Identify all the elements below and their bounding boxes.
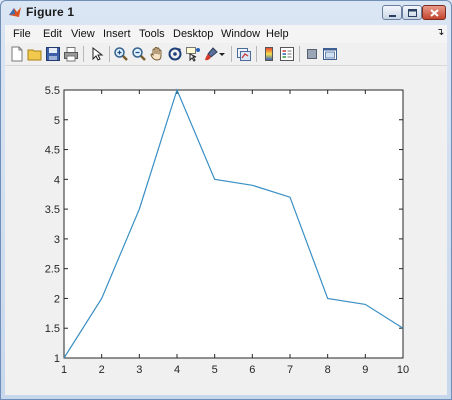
show-plot-tools-icon[interactable] xyxy=(322,46,338,62)
save-icon[interactable] xyxy=(45,46,61,62)
menu-insert[interactable]: Insert xyxy=(103,28,131,40)
menu-desktop[interactable]: Desktop xyxy=(173,28,213,40)
x-tick-label: 7 xyxy=(287,364,293,376)
menu-tools[interactable]: Tools xyxy=(139,28,165,40)
hide-plot-tools-icon[interactable] xyxy=(304,46,320,62)
x-tick-label: 9 xyxy=(362,364,368,376)
insert-legend-icon[interactable] xyxy=(279,46,295,62)
minimize-icon xyxy=(389,15,396,17)
minimize-button[interactable] xyxy=(382,5,402,20)
print-icon[interactable] xyxy=(63,46,79,62)
maximize-icon xyxy=(408,9,417,17)
insert-colorbar-icon[interactable] xyxy=(261,46,277,62)
brush-dropdown-icon[interactable] xyxy=(218,46,226,62)
menu-help[interactable]: Help xyxy=(266,28,289,40)
y-tick-label: 4.5 xyxy=(45,145,60,157)
toolbar-separator xyxy=(231,46,232,62)
data-cursor-icon[interactable] xyxy=(185,46,201,62)
close-button[interactable] xyxy=(422,5,446,20)
y-tick-label: 2.5 xyxy=(45,264,60,276)
figure-canvas[interactable]: 1 2 3 4 5 6 7 8 9 10 1 1.5 2 2.5 3 3.5 4 4.5 5 5.5 xyxy=(5,66,447,395)
zoom-in-icon[interactable] xyxy=(113,46,129,62)
matlab-logo-icon xyxy=(9,7,21,17)
x-tick-label: 10 xyxy=(397,364,409,376)
y-tick-label: 3.5 xyxy=(45,204,60,216)
figure-window: Figure 1 File Edit View Insert Tools Des… xyxy=(0,0,452,400)
y-tick-label: 3 xyxy=(54,234,60,246)
plot-area xyxy=(63,89,404,359)
window-title: Figure 1 xyxy=(26,5,75,19)
title-bar[interactable]: Figure 1 xyxy=(1,1,451,23)
select-arrow-icon[interactable] xyxy=(89,46,105,62)
pan-hand-icon[interactable] xyxy=(149,46,165,62)
menu-overflow-icon[interactable]: ↴ xyxy=(436,27,444,38)
maximize-button[interactable] xyxy=(402,5,422,20)
x-tick-label: 4 xyxy=(174,364,180,376)
x-tick-label: 3 xyxy=(136,364,142,376)
x-tick-label: 1 xyxy=(61,364,67,376)
y-tick-label: 5 xyxy=(54,115,60,127)
y-tick-label: 5.5 xyxy=(45,85,60,97)
x-tick-label: 6 xyxy=(249,364,255,376)
new-figure-icon[interactable] xyxy=(9,46,25,62)
menu-edit[interactable]: Edit xyxy=(43,28,62,40)
x-tick-label: 8 xyxy=(325,364,331,376)
y-tick-label: 2 xyxy=(54,293,60,305)
toolbar-separator xyxy=(83,46,84,62)
toolbar-separator xyxy=(299,46,300,62)
open-file-icon[interactable] xyxy=(27,46,43,62)
menu-file[interactable]: File xyxy=(13,28,31,40)
y-tick-label: 4 xyxy=(54,174,60,186)
y-tick-label: 1 xyxy=(54,353,60,365)
y-tick-label: 1.5 xyxy=(45,323,60,335)
menu-view[interactable]: View xyxy=(71,28,95,40)
line-chart: 1 2 3 4 5 6 7 8 9 10 1 1.5 2 2.5 3 3.5 4 4.5 5 5.5 xyxy=(45,85,409,376)
x-tick-label: 2 xyxy=(99,364,105,376)
x-tick-label: 5 xyxy=(212,364,218,376)
close-icon xyxy=(430,9,439,17)
figure-toolbar xyxy=(5,43,447,66)
rotate-3d-icon[interactable] xyxy=(167,46,183,62)
brush-icon[interactable] xyxy=(203,46,219,62)
menu-window[interactable]: Window xyxy=(221,28,260,40)
toolbar-separator xyxy=(109,46,110,62)
zoom-out-icon[interactable] xyxy=(131,46,147,62)
toolbar-separator xyxy=(256,46,257,62)
link-plot-icon[interactable] xyxy=(236,46,252,62)
menu-bar: File Edit View Insert Tools Desktop Wind… xyxy=(5,25,447,43)
